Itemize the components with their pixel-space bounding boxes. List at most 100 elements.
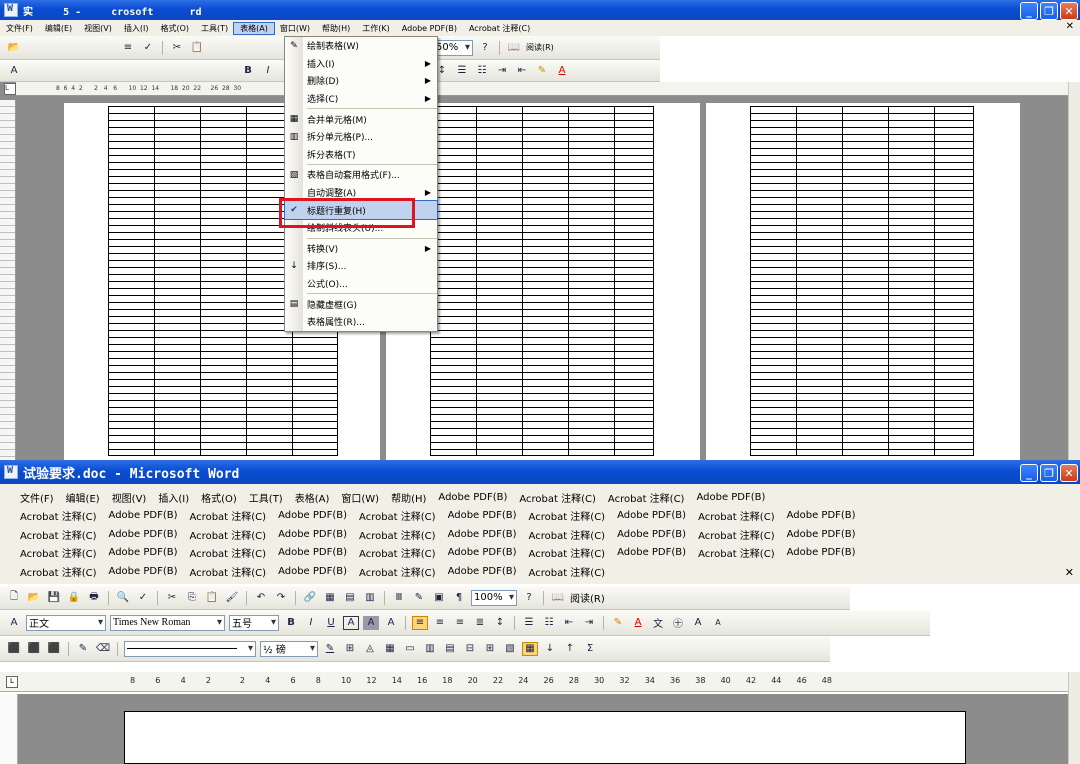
print-preview-icon[interactable]: 🔍 <box>115 591 131 605</box>
bottom-menu-item[interactable]: Acrobat 注释(C) <box>184 508 273 523</box>
table-menu-item-13[interactable]: 公式(O)... <box>285 275 437 293</box>
bold-icon-bottom[interactable]: B <box>283 616 299 630</box>
top-menu-item-7[interactable]: 窗口(W) <box>274 23 316 34</box>
underline-icon[interactable]: U <box>323 616 339 630</box>
close-document-icon[interactable]: ✕ <box>1066 21 1074 32</box>
char-border-icon[interactable]: A <box>343 615 359 630</box>
enclose-char-icon[interactable]: ㊉ <box>670 616 686 630</box>
redo-icon[interactable]: ↷ <box>273 591 289 605</box>
close-document-icon-bottom[interactable]: ✕ <box>1065 566 1074 579</box>
align-cell-icon[interactable]: ▤ <box>442 642 458 656</box>
table-menu-item-1[interactable]: 插入(I) ▶ <box>285 55 437 73</box>
bottom-document-page[interactable] <box>124 711 966 764</box>
table-menu-item-14[interactable]: ▤ 隐藏虚框(G) <box>285 295 437 313</box>
shading-color-icon[interactable]: ◬ <box>362 642 378 656</box>
bottom-menu-item[interactable]: Adobe PDF(B) <box>272 566 353 577</box>
draw-table-icon[interactable]: ✎ <box>75 642 91 656</box>
tables-borders-icon[interactable]: ▦ <box>322 591 338 605</box>
show-gridlines-icon[interactable]: ▦ <box>522 641 538 656</box>
font-color-icon[interactable]: A <box>554 64 570 78</box>
top-menu-item-4[interactable]: 格式(O) <box>154 23 195 34</box>
table-menu-item-0[interactable]: ✎ 绘制表格(W) <box>285 37 437 55</box>
insert-table-icon[interactable]: ▤ <box>342 591 358 605</box>
minimize-button[interactable]: _ <box>1020 2 1038 20</box>
bottom-menu-item[interactable]: Acrobat 注释(C) <box>692 527 781 542</box>
top-menu-item-3[interactable]: 插入(I) <box>118 23 155 34</box>
line-spacing-icon-bottom[interactable]: ↕ <box>492 616 508 630</box>
border-color-icon[interactable]: ✎ <box>322 642 338 656</box>
bottom-menu-item[interactable]: Adobe PDF(B) <box>103 510 184 521</box>
bottom-menu-item[interactable]: Acrobat 注释(C) <box>523 564 612 579</box>
read-button-bottom[interactable]: 阅读(R) <box>570 590 605 605</box>
bottom-menu-item[interactable]: Acrobat 注释(C) <box>523 508 612 523</box>
show-hide-icon-bottom[interactable]: ¶ <box>451 591 467 605</box>
font-color-icon-bottom[interactable]: A <box>630 616 646 630</box>
new-icon[interactable]: 🗋 <box>6 591 22 605</box>
top-vertical-scrollbar[interactable] <box>1068 82 1080 460</box>
print-icon[interactable]: 🖶 <box>86 591 102 605</box>
char-scale-icon[interactable]: A <box>383 616 399 630</box>
bottom-menu-item[interactable]: Acrobat 注释(C) <box>692 545 781 560</box>
spelling-icon[interactable]: ✓ <box>140 41 156 55</box>
bottom-menu-item[interactable]: Acrobat 注释(C) <box>184 527 273 542</box>
spelling-icon-bottom[interactable]: ✓ <box>135 591 151 605</box>
align-center-icon[interactable]: ≡ <box>432 616 448 630</box>
bottom-menu-item[interactable]: Adobe PDF(B) <box>442 547 523 558</box>
bullets-icon[interactable]: ☷ <box>474 64 490 78</box>
bottom-menu-item[interactable]: Acrobat 注释(C) <box>184 564 273 579</box>
distribute-rows-icon[interactable]: ⊟ <box>462 642 478 656</box>
table-menu-item-7[interactable]: ▧ 表格自动套用格式(F)... <box>285 166 437 184</box>
table-menu-item-15[interactable]: 表格属性(R)... <box>285 313 437 331</box>
bottom-menu-item[interactable]: Acrobat 注释(C) <box>523 545 612 560</box>
open-icon-bottom[interactable]: 📂 <box>26 591 42 605</box>
drawing-icon-bottom[interactable]: ✎ <box>411 591 427 605</box>
bold-icon[interactable]: B <box>240 64 256 78</box>
bottom-menu-item[interactable]: Adobe PDF(B) <box>442 510 523 521</box>
bottom-menu-item[interactable]: 帮助(H) <box>385 490 432 505</box>
sort-descending-icon[interactable]: ↑ <box>562 642 578 656</box>
help-icon[interactable]: ? <box>477 41 493 55</box>
bottom-menu-item[interactable]: Adobe PDF(B) <box>611 547 692 558</box>
table-menu-item-6[interactable]: 拆分表格(T) <box>285 146 437 164</box>
undo-icon[interactable]: ↶ <box>253 591 269 605</box>
document-map-icon[interactable]: ▣ <box>431 591 447 605</box>
bottom-menu-item[interactable]: Adobe PDF(B) <box>432 492 513 503</box>
bottom-menu-item[interactable]: Adobe PDF(B) <box>103 547 184 558</box>
restore-button[interactable]: ❐ <box>1040 2 1058 20</box>
bottom-menu-item[interactable]: Acrobat 注释(C) <box>14 564 103 579</box>
ruler-tab-icon-bottom[interactable]: L <box>6 676 18 688</box>
pdf-icon[interactable]: ⬛ <box>6 642 22 656</box>
read-icon-bottom[interactable]: 📖 <box>550 591 566 605</box>
numbering-icon-bottom[interactable]: ☰ <box>521 616 537 630</box>
highlight-icon-bottom[interactable]: ✎ <box>610 616 626 630</box>
zoom-combo-bottom[interactable]: 100% <box>471 589 517 606</box>
grow-font-icon[interactable]: A <box>690 616 706 630</box>
permission-icon[interactable]: 🔒 <box>66 591 82 605</box>
table-menu-item-5[interactable]: ▥ 拆分单元格(P)... <box>285 128 437 146</box>
highlight-icon[interactable]: ✎ <box>534 64 550 78</box>
bottom-menu-item[interactable]: 文件(F) <box>14 490 60 505</box>
bullets-icon-bottom[interactable]: ☷ <box>541 616 557 630</box>
bottom-menu-item[interactable]: Acrobat 注释(C) <box>353 508 442 523</box>
bottom-menu-item[interactable]: Adobe PDF(B) <box>690 492 771 503</box>
italic-icon[interactable]: I <box>260 64 276 78</box>
top-menu-item-2[interactable]: 视图(V) <box>78 23 118 34</box>
outside-border-icon[interactable]: ⊞ <box>342 642 358 656</box>
align-right-icon[interactable]: ≡ <box>452 616 468 630</box>
char-shading-icon[interactable]: A <box>363 615 379 630</box>
distribute-columns-icon[interactable]: ⊞ <box>482 642 498 656</box>
insert-excel-icon[interactable]: ▥ <box>362 591 378 605</box>
autosum-icon[interactable]: Σ <box>582 642 598 656</box>
help-icon-bottom[interactable]: ? <box>521 591 537 605</box>
bottom-menu-item[interactable]: Acrobat 注释(C) <box>513 490 602 505</box>
read-button[interactable]: 阅读(R) <box>526 42 554 53</box>
close-button-bottom[interactable]: ✕ <box>1060 464 1078 482</box>
line-style-combo[interactable] <box>124 640 256 657</box>
bottom-menu-item[interactable]: 视图(V) <box>106 490 153 505</box>
bottom-menu-item[interactable]: Acrobat 注释(C) <box>692 508 781 523</box>
top-menu-item-9[interactable]: 工作(K) <box>356 23 396 34</box>
phonetic-icon[interactable]: 文 <box>650 616 666 630</box>
bottom-menu-item[interactable]: 表格(A) <box>289 490 336 505</box>
columns-icon-bottom[interactable]: Ⅲ <box>391 591 407 605</box>
bottom-menu-item[interactable]: Adobe PDF(B) <box>103 529 184 540</box>
